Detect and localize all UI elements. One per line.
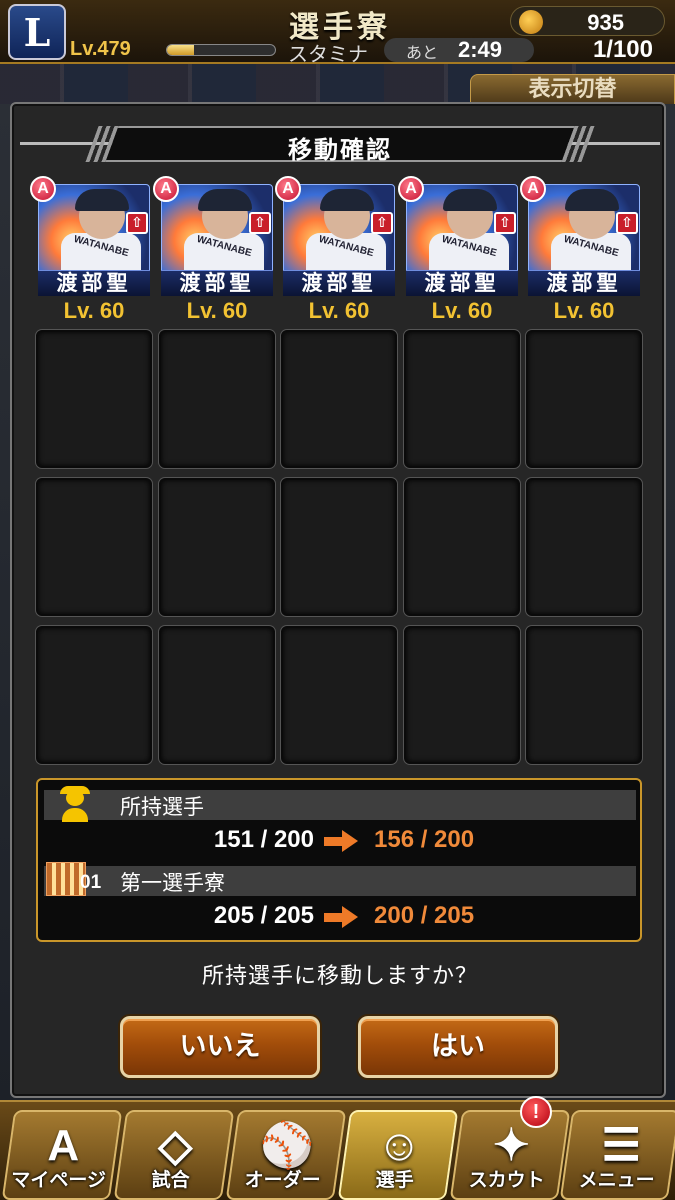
dialog-header: 移動確認 [20, 124, 660, 164]
empty-slot [159, 626, 275, 764]
owned-label: 所持選手 [120, 795, 204, 819]
user-level: Lv.479 [70, 38, 131, 60]
player-name: 渡部聖 [38, 270, 150, 296]
game-header: L 選手寮 935 Lv.479 スタミナ あと 2:49 1/100 [0, 0, 675, 66]
owned-next: 156 / 200 [374, 826, 475, 853]
player-card[interactable]: WATANABE A ⇧ 渡部聖 Lv. 60 [153, 176, 275, 328]
player-name: 渡部聖 [283, 270, 395, 296]
player-card[interactable]: WATANABE A ⇧ 渡部聖 Lv. 60 [30, 176, 152, 328]
player-level: Lv. 60 [308, 298, 370, 323]
player-card[interactable]: WATANABE A ⇧ 渡部聖 Lv. 60 [275, 176, 397, 328]
rarity-badge: A [520, 176, 546, 202]
empty-slot [281, 478, 397, 616]
empty-slot [159, 478, 275, 616]
nav-item-5[interactable]: ☰ メニュー [559, 1110, 675, 1200]
dorm-count-line: 205 / 205 200 / 205 [38, 902, 644, 934]
no-button[interactable]: いいえ [120, 1016, 320, 1078]
empty-slot [526, 330, 642, 468]
empty-slot [404, 330, 520, 468]
owned-header: 所持選手 [44, 786, 636, 822]
stamina-timer: あと 2:49 [384, 37, 534, 62]
stamina-label: スタミナ [288, 42, 368, 66]
dorm-label: 第一選手寮 [120, 871, 225, 895]
move-confirm-dialog: 移動確認 WATANABE A ⇧ 渡部聖 Lv. 60 WATANABE A ⇧ 渡部聖 Lv.… [10, 102, 666, 1098]
nav-label: 選手 [375, 1169, 414, 1191]
level-up-icon: ⇧ [126, 212, 148, 234]
player-card[interactable]: WATANABE A ⇧ 渡部聖 Lv. 60 [520, 176, 642, 328]
empty-slot [36, 478, 152, 616]
rarity-badge: A [275, 176, 301, 202]
arrow-right-icon [324, 830, 360, 852]
player-name: 渡部聖 [528, 270, 640, 296]
player-icon [58, 784, 92, 824]
empty-slot [36, 330, 152, 468]
nav-item-4[interactable]: ✦ スカウト [449, 1110, 571, 1200]
owned-current: 151 / 200 [213, 826, 314, 853]
coin-counter: 935 [510, 6, 665, 36]
player-card[interactable]: WATANABE A ⇧ 渡部聖 Lv. 60 [398, 176, 520, 328]
nav-item-0[interactable]: A マイページ [1, 1110, 123, 1200]
rarity-badge: A [153, 176, 179, 202]
level-up-icon: ⇧ [616, 212, 638, 234]
nav-item-2[interactable]: ⚾ オーダー [225, 1110, 347, 1200]
empty-slot [159, 330, 275, 468]
nav-item-3[interactable]: ☺ 選手 [337, 1110, 459, 1200]
coin-icon [519, 10, 543, 34]
player-level: Lv. 60 [431, 298, 493, 323]
empty-slot [526, 626, 642, 764]
timer-prefix: あと [406, 43, 439, 62]
player-name: 渡部聖 [406, 270, 518, 296]
owned-count-line: 151 / 200 156 / 200 [38, 826, 644, 858]
level-up-icon: ⇧ [249, 212, 271, 234]
stamina-fill [167, 45, 194, 55]
notification-badge: ! [520, 1096, 552, 1128]
dorm-current: 205 / 205 [213, 902, 314, 929]
dorm-next: 200 / 205 [374, 902, 475, 929]
rarity-badge: A [30, 176, 56, 202]
team-logo[interactable]: L [8, 4, 66, 60]
empty-slot [281, 330, 397, 468]
player-level: Lv. 60 [553, 298, 615, 323]
stamina-bar [166, 44, 276, 56]
dialog-title: 移動確認 [288, 136, 392, 164]
bottom-nav: A マイページ ◇ 試合 ⚾ オーダー ☺ 選手 ✦ スカウト ☰ メニュー [0, 1100, 675, 1200]
dorm-number: 01 [80, 872, 102, 893]
empty-slot [36, 626, 152, 764]
level-up-icon: ⇧ [494, 212, 516, 234]
rarity-badge: A [398, 176, 424, 202]
nav-label: マイページ [11, 1169, 107, 1191]
dorm-building-icon: 01 [46, 858, 106, 898]
player-level: Lv. 60 [63, 298, 125, 323]
player-level: Lv. 60 [186, 298, 248, 323]
empty-slot [404, 626, 520, 764]
empty-slot [281, 626, 397, 764]
confirm-question: 所持選手に移動しますか？ [201, 964, 478, 989]
yes-button[interactable]: はい [358, 1016, 558, 1078]
dorm-count: 1/100 [592, 36, 653, 63]
arrow-right-icon [324, 906, 360, 928]
nav-item-1[interactable]: ◇ 試合 [113, 1110, 235, 1200]
level-up-icon: ⇧ [371, 212, 393, 234]
nav-label: 試合 [151, 1169, 190, 1191]
nav-label: スカウト [468, 1169, 545, 1191]
dorm-header: 01 第一選手寮 [44, 862, 636, 896]
timer-value: 2:49 [458, 37, 503, 62]
empty-slot [404, 478, 520, 616]
nav-label: オーダー [244, 1169, 321, 1191]
empty-slot [526, 478, 642, 616]
capacity-summary: 所持選手 151 / 200 156 / 200 01 第一選手寮 205 / … [36, 778, 642, 942]
player-name: 渡部聖 [161, 270, 273, 296]
nav-label: メニュー [578, 1169, 655, 1191]
coin-count: 935 [587, 10, 624, 35]
